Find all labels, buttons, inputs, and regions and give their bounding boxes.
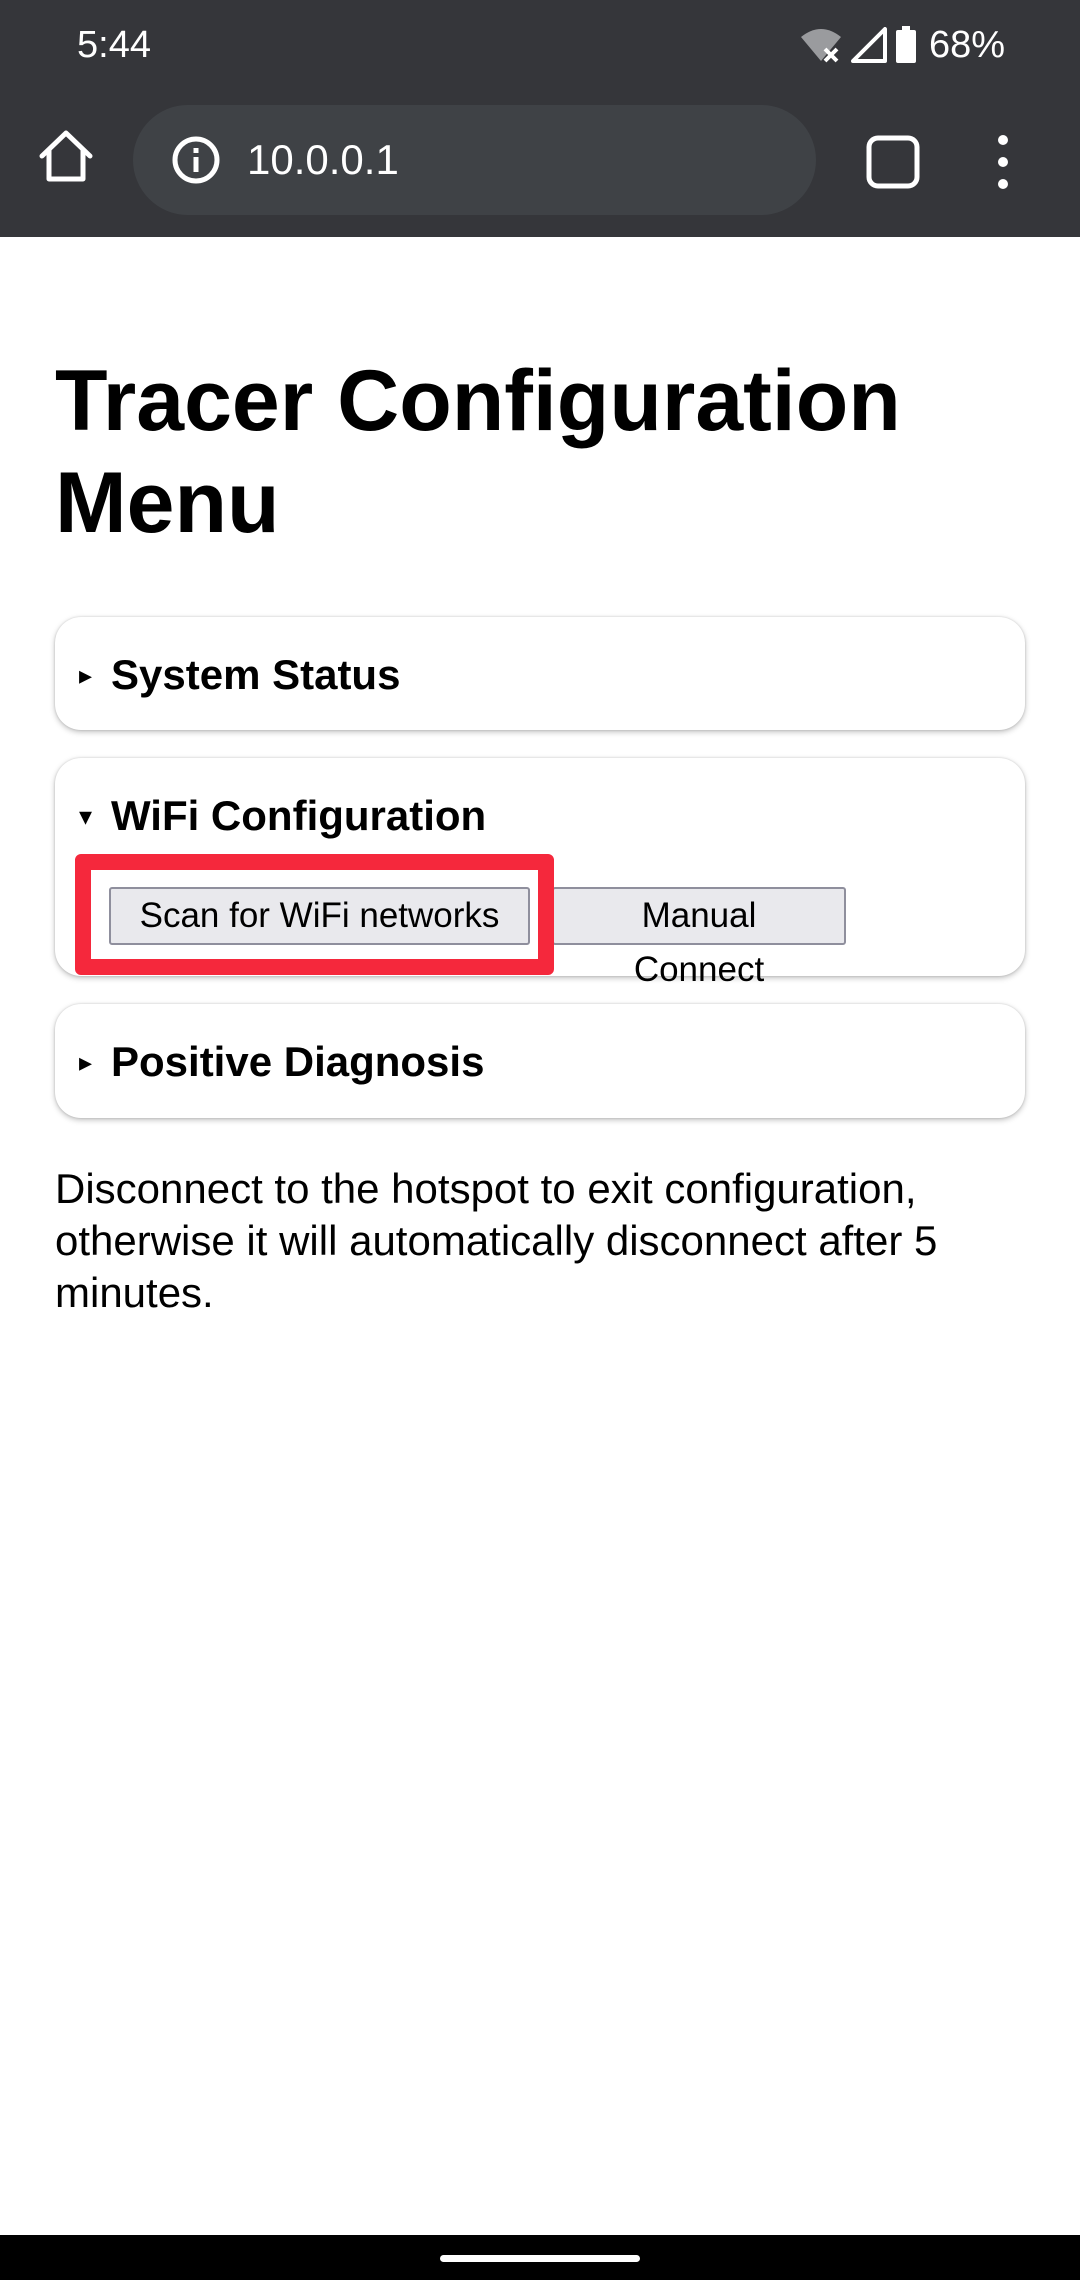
tab-switcher-icon[interactable] (865, 134, 921, 190)
positive-diagnosis-label[interactable]: Positive Diagnosis (111, 1038, 484, 1086)
disconnect-note: Disconnect to the hotspot to exit config… (55, 1165, 938, 1316)
home-icon[interactable] (36, 126, 96, 186)
navigation-bar (0, 2235, 1080, 2280)
battery-icon (895, 26, 917, 64)
address-bar[interactable]: 10.0.0.1 (133, 105, 816, 215)
page-title: Tracer Configuration Menu (55, 353, 901, 551)
status-time: 5:44 (77, 24, 151, 66)
wifi-configuration-toggle[interactable]: ▾ WiFi Configuration (79, 786, 486, 846)
more-vert-icon[interactable] (985, 130, 1021, 194)
url-text[interactable]: 10.0.0.1 (247, 132, 399, 188)
wifi-configuration-section: ▾ WiFi Configuration Scan for WiFi netwo… (55, 758, 1025, 989)
positive-diagnosis-section: ▸ Positive Diagnosis (55, 1004, 1025, 1118)
battery-percent: 68% (928, 24, 1005, 66)
expanded-arrow-icon: ▾ (79, 800, 93, 831)
collapsed-arrow-icon: ▸ (79, 659, 93, 690)
positive-diagnosis-toggle[interactable]: ▸ Positive Diagnosis (79, 1032, 484, 1092)
status-bar: 5:44 68% (0, 0, 1080, 90)
scan-wifi-button[interactable]: Scan for WiFi networks (109, 887, 530, 945)
system-status-label[interactable]: System Status (111, 651, 400, 699)
system-status-section: ▸ System Status (55, 617, 1025, 730)
wifi-no-internet-icon (799, 27, 843, 63)
gesture-handle[interactable] (440, 2255, 640, 2262)
cell-signal-icon (850, 27, 887, 63)
browser-toolbar: 10.0.0.1 (0, 90, 1080, 237)
info-icon[interactable] (171, 135, 221, 185)
manual-connect-button[interactable]: Manual Connect (552, 887, 846, 989)
system-status-toggle[interactable]: ▸ System Status (79, 645, 400, 705)
collapsed-arrow-icon: ▸ (79, 1046, 93, 1077)
status-icons: 68% (799, 20, 1005, 70)
wifi-configuration-label[interactable]: WiFi Configuration (111, 792, 486, 840)
